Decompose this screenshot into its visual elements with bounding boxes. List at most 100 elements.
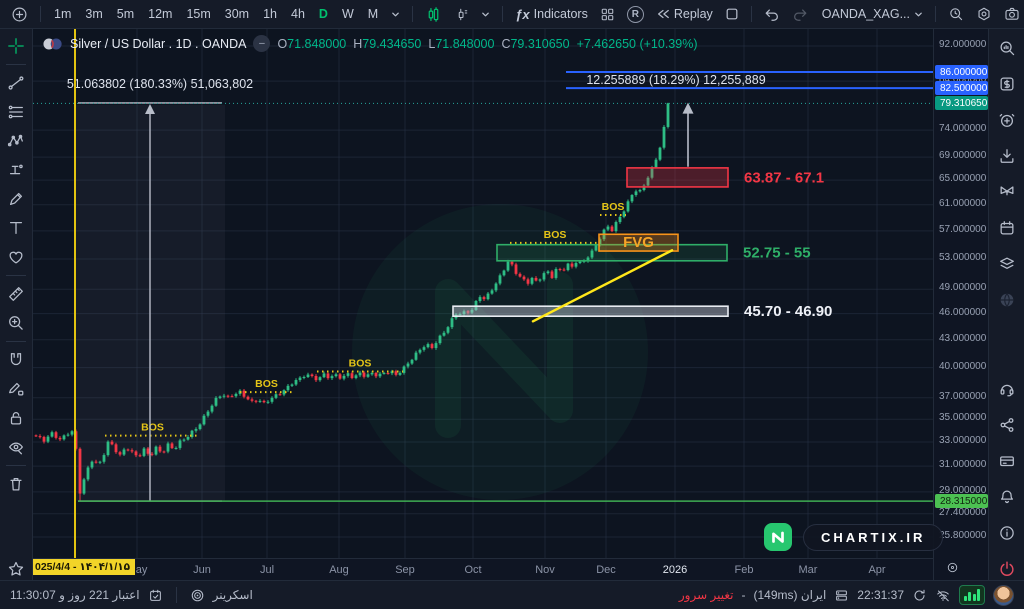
price-axis-label: 33.000000 <box>934 435 989 446</box>
bell-icon <box>998 488 1016 506</box>
price-axis[interactable]: 92.00000084.00000074.00000069.00000065.0… <box>933 29 988 580</box>
rotation-badge-button[interactable]: R <box>622 2 649 26</box>
change-server-link[interactable]: تغییر سرور <box>679 588 734 602</box>
info-button[interactable] <box>994 522 1020 544</box>
info-icon <box>998 524 1016 542</box>
text-tool-button[interactable] <box>3 217 29 239</box>
price-label-blue: 82.500000 <box>935 81 988 95</box>
settings-button[interactable] <box>971 2 997 26</box>
candle-style-button[interactable] <box>420 2 447 26</box>
chart-pane[interactable]: 63.87 - 67.152.75 - 55FVG45.70 - 46.90BO… <box>33 29 933 558</box>
quick-search-button[interactable] <box>943 2 969 26</box>
target-lines: 12.255889 (18.29%) 12,255,889 <box>566 72 933 88</box>
candle-style-menu-button[interactable] <box>476 2 495 26</box>
trend-line-tool-button[interactable] <box>3 72 29 94</box>
power-icon <box>998 560 1016 578</box>
timeframe-5m[interactable]: 5m <box>111 2 140 26</box>
hide-drawings-button[interactable] <box>3 436 29 458</box>
layout-grid-button[interactable] <box>595 2 620 26</box>
refresh-icon[interactable] <box>912 588 927 603</box>
hide-symbol-button[interactable]: – <box>253 35 270 52</box>
favorites-button[interactable] <box>3 558 29 580</box>
notifications-button[interactable] <box>994 486 1020 508</box>
low-value: 71.848000 <box>435 37 494 51</box>
timeframe-12m[interactable]: 12m <box>142 2 178 26</box>
statusbar-separator <box>176 587 177 603</box>
timeframe-1w[interactable]: W <box>336 2 360 26</box>
gear-icon <box>976 6 992 22</box>
screener-link[interactable]: اسکرینر <box>213 588 253 602</box>
high-value: 79.434650 <box>362 37 421 51</box>
measure-tool-button[interactable] <box>3 283 29 305</box>
chartix-app: 1m 3m 5m 12m 15m 30m 1h 4h D W M ƒx <box>0 0 1024 609</box>
price-label-current: 79.310650 <box>935 96 988 110</box>
right-toolbar <box>988 29 1024 580</box>
support-button[interactable] <box>994 378 1020 400</box>
toolbar-separator <box>6 275 26 276</box>
crosshair-tool-button[interactable] <box>3 35 29 57</box>
magnet-icon <box>7 351 25 369</box>
price-axis-label: 69.000000 <box>934 150 989 161</box>
logout-button[interactable] <box>994 558 1020 580</box>
timeframe-1m[interactable]: 1m <box>48 2 77 26</box>
undo-button[interactable] <box>759 2 785 26</box>
fvg-zone: FVG <box>599 234 678 251</box>
timeframe-15m[interactable]: 15m <box>180 2 216 26</box>
add-symbol-button[interactable] <box>6 2 33 26</box>
user-avatar[interactable] <box>993 585 1014 606</box>
replay-button[interactable]: Replay <box>651 2 718 26</box>
indicators-button[interactable]: ƒx Indicators <box>510 2 593 26</box>
target-text: 12.255889 (18.29%) 12,255,889 <box>586 73 765 87</box>
toolbar-separator <box>935 6 936 22</box>
timeframe-3m[interactable]: 3m <box>79 2 108 26</box>
screenshot-button[interactable] <box>999 2 1024 26</box>
globe-button[interactable] <box>994 289 1020 311</box>
connection-off-icon[interactable] <box>935 588 951 603</box>
heart-icon <box>7 248 25 266</box>
object-tree-button[interactable] <box>720 2 744 26</box>
star-icon <box>7 560 25 578</box>
redo-button[interactable] <box>787 2 813 26</box>
fx-icon: ƒx <box>515 7 529 22</box>
drawing-mode-button[interactable] <box>3 378 29 400</box>
chevron-down-icon <box>391 10 400 19</box>
symbol-title[interactable]: Silver / US Dollar . 1D . OANDA <box>70 37 246 51</box>
position-tool-button[interactable] <box>3 159 29 181</box>
mini-chart-button[interactable] <box>959 585 985 605</box>
remove-drawings-button[interactable] <box>3 473 29 495</box>
magnet-mode-button[interactable] <box>3 349 29 371</box>
calendar-button[interactable] <box>994 217 1020 239</box>
alarm-plus-icon <box>998 111 1016 129</box>
export-button[interactable] <box>994 145 1020 167</box>
dollar-box-icon <box>998 75 1016 93</box>
price-axis-label: 40.000000 <box>934 361 989 372</box>
timeframe-1d-active[interactable]: D <box>313 2 334 26</box>
time-axis[interactable]: MayJunJulAugSepOctNovDec2026FebMarApr <box>33 558 933 580</box>
zoom-in-tool-button[interactable] <box>3 312 29 334</box>
lock-drawings-button[interactable] <box>3 407 29 429</box>
timeframe-1m-month[interactable]: M <box>362 2 384 26</box>
layers-button[interactable] <box>994 253 1020 275</box>
fib-lines-tool-button[interactable] <box>3 101 29 123</box>
saved-layout-button[interactable]: OANDA_XAG... <box>817 2 928 26</box>
timeframe-30m[interactable]: 30m <box>219 2 255 26</box>
brush-tool-button[interactable] <box>3 188 29 210</box>
screener-search-button[interactable] <box>994 37 1020 59</box>
hollow-candle-button[interactable] <box>449 2 474 26</box>
price-axis-label: 57.000000 <box>934 224 989 235</box>
billing-button[interactable] <box>994 450 1020 472</box>
share-button[interactable] <box>994 414 1020 436</box>
watchlist-button[interactable] <box>994 73 1020 95</box>
event-date-label[interactable]: 025/4/4 - ۱۴۰۴/۱/۱۵ <box>30 559 135 575</box>
timeframe-4h[interactable]: 4h <box>285 2 311 26</box>
trend-line-icon <box>7 74 25 92</box>
emoji-tool-button[interactable] <box>3 246 29 268</box>
alerts-button[interactable] <box>994 109 1020 131</box>
axis-settings-icon[interactable] <box>946 561 959 574</box>
timeframe-1h[interactable]: 1h <box>257 2 283 26</box>
xabcd-pattern-tool-button[interactable] <box>3 130 29 152</box>
credit-card-icon <box>998 452 1016 470</box>
server-location-text: ایران (149ms) <box>753 588 826 602</box>
ideas-button[interactable] <box>994 181 1020 203</box>
timeframe-menu-button[interactable] <box>386 2 405 26</box>
